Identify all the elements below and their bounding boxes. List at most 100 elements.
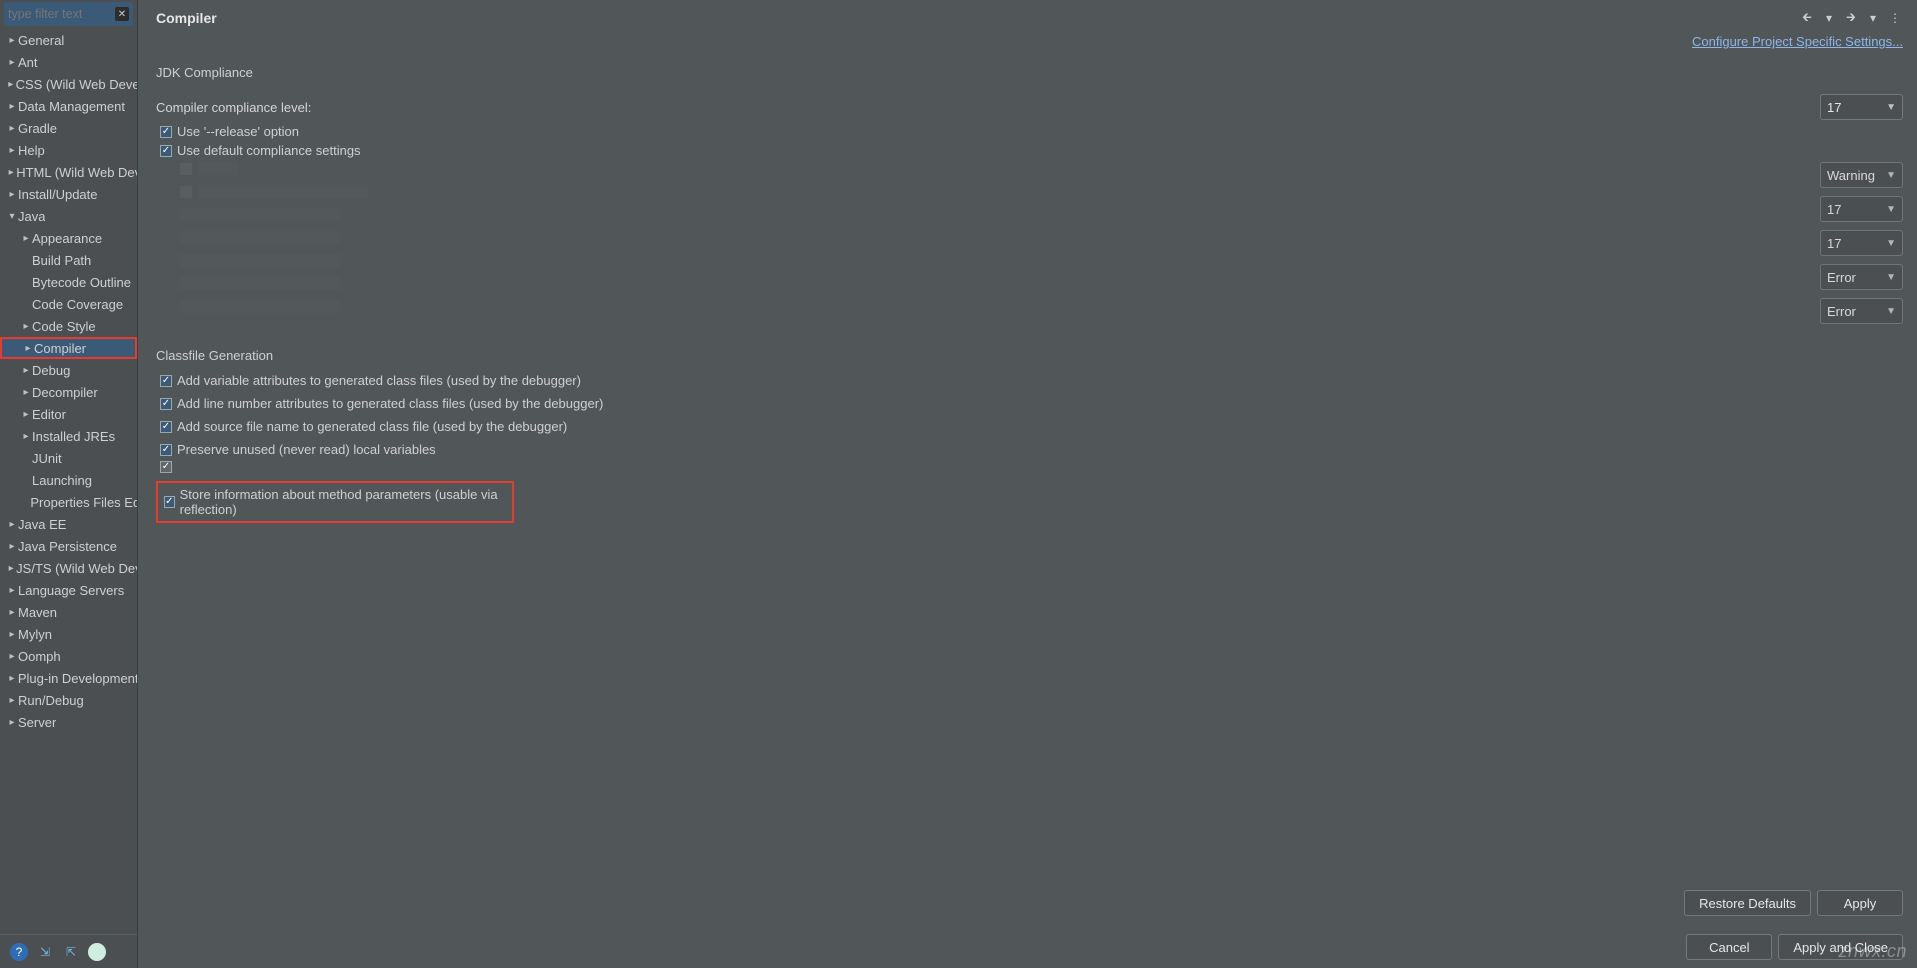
forward-menu-icon[interactable]: ▾ — [1865, 10, 1881, 26]
tree-item-label: Data Management — [18, 99, 125, 114]
expand-icon: ▸ — [6, 541, 18, 552]
nav-controls: 🡰 ▾ 🡲 ▾ ⋮ — [1799, 10, 1903, 26]
tree-item-label: Debug — [32, 363, 70, 378]
tree-item-server[interactable]: ▸Server — [0, 711, 137, 733]
project-settings-link[interactable]: Configure Project Specific Settings... — [1692, 34, 1903, 49]
back-icon[interactable]: 🡰 — [1799, 10, 1815, 26]
tree-item-css-wild-web-developm[interactable]: ▸CSS (Wild Web Developm — [0, 73, 137, 95]
export-icon[interactable]: ⇱ — [62, 943, 80, 961]
restore-defaults-button[interactable]: Restore Defaults — [1684, 890, 1811, 916]
tree-item-oomph[interactable]: ▸Oomph — [0, 645, 137, 667]
filter-box[interactable]: ✕ — [4, 2, 133, 26]
tree-item-properties-files-edito[interactable]: Properties Files Edito — [0, 491, 137, 513]
tree-item-html-wild-web-develo[interactable]: ▸HTML (Wild Web Develo — [0, 161, 137, 183]
tree-item-js-ts-wild-web-develo[interactable]: ▸JS/TS (Wild Web Develo — [0, 557, 137, 579]
tree-item-decompiler[interactable]: ▸Decompiler — [0, 381, 137, 403]
disabled-dropdown-3: Error▼ — [1820, 264, 1903, 290]
import-icon[interactable]: ⇲ — [36, 943, 54, 961]
classfile-check-1[interactable]: ✓Add line number attributes to generated… — [156, 396, 1903, 411]
classfile-check-3[interactable]: ✓Preserve unused (never read) local vari… — [156, 442, 1903, 457]
expand-icon: ▸ — [20, 233, 32, 244]
release-option-check[interactable]: ✓ Use '--release' option — [156, 124, 1903, 139]
classfile-check-0[interactable]: ✓Add variable attributes to generated cl… — [156, 373, 1903, 388]
tree-item-label: Properties Files Edito — [30, 495, 137, 510]
tree-item-appearance[interactable]: ▸Appearance — [0, 227, 137, 249]
dropdown-value: 17 — [1827, 236, 1882, 251]
tree-item-mylyn[interactable]: ▸Mylyn — [0, 623, 137, 645]
apply-close-button[interactable]: Apply and Close — [1778, 934, 1903, 960]
disabled-dropdown-4: Error▼ — [1820, 298, 1903, 324]
clear-filter-icon[interactable]: ✕ — [115, 7, 129, 21]
default-settings-check[interactable]: ✓ Use default compliance settings — [156, 143, 1903, 158]
dropdown-value: 17 — [1827, 100, 1882, 115]
tree-item-label: Help — [18, 143, 45, 158]
check-label: Add source file name to generated class … — [177, 419, 567, 434]
tree-item-general[interactable]: ▸General — [0, 29, 137, 51]
tree-item-launching[interactable]: Launching — [0, 469, 137, 491]
forward-icon[interactable]: 🡲 — [1843, 10, 1859, 26]
tree-item-language-servers[interactable]: ▸Language Servers — [0, 579, 137, 601]
tree-item-java[interactable]: ▾Java — [0, 205, 137, 227]
tree-item-installed-jres[interactable]: ▸Installed JREs — [0, 425, 137, 447]
expand-icon: ▸ — [6, 673, 18, 684]
expand-icon: ▸ — [6, 585, 18, 596]
view-menu-icon[interactable]: ⋮ — [1887, 10, 1903, 26]
tree-item-data-management[interactable]: ▸Data Management — [0, 95, 137, 117]
classfile-section: Classfile Generation ✓Add variable attri… — [156, 348, 1903, 523]
blank-check[interactable]: ✓ — [156, 461, 1903, 473]
expand-icon: ▸ — [6, 563, 16, 574]
tree-item-label: Java — [18, 209, 45, 224]
expand-icon: ▸ — [20, 409, 32, 420]
tree-item-debug[interactable]: ▸Debug — [0, 359, 137, 381]
tree-item-label: Plug-in Development — [18, 671, 137, 686]
classfile-heading: Classfile Generation — [156, 348, 1903, 363]
checkbox-icon: ✓ — [160, 126, 172, 138]
tree-item-build-path[interactable]: Build Path — [0, 249, 137, 271]
tree-item-label: Server — [18, 715, 56, 730]
tree-item-java-ee[interactable]: ▸Java EE — [0, 513, 137, 535]
check-label: Add variable attributes to generated cla… — [177, 373, 581, 388]
checkbox-icon: ✓ — [164, 496, 175, 508]
tree-item-bytecode-outline[interactable]: Bytecode Outline — [0, 271, 137, 293]
disabled-dropdown-0: Warning▼ — [1820, 162, 1903, 188]
preferences-tree[interactable]: ▸General▸Ant▸CSS (Wild Web Developm▸Data… — [0, 29, 137, 934]
tree-item-java-persistence[interactable]: ▸Java Persistence — [0, 535, 137, 557]
classfile-check-2[interactable]: ✓Add source file name to generated class… — [156, 419, 1903, 434]
checkbox-icon: ✓ — [160, 398, 172, 410]
tree-item-help[interactable]: ▸Help — [0, 139, 137, 161]
expand-icon: ▸ — [6, 607, 18, 618]
tree-item-plug-in-development[interactable]: ▸Plug-in Development — [0, 667, 137, 689]
tree-item-label: Ant — [18, 55, 38, 70]
help-icon[interactable]: ? — [10, 943, 28, 961]
tree-item-gradle[interactable]: ▸Gradle — [0, 117, 137, 139]
disabled-compliance-options — [156, 162, 368, 324]
tree-item-editor[interactable]: ▸Editor — [0, 403, 137, 425]
tree-item-ant[interactable]: ▸Ant — [0, 51, 137, 73]
checkbox-icon: ✓ — [160, 145, 172, 157]
check-label: Preserve unused (never read) local varia… — [177, 442, 436, 457]
store-method-params-check[interactable]: ✓ Store information about method paramet… — [164, 487, 506, 517]
apply-button[interactable]: Apply — [1817, 890, 1903, 916]
filter-input[interactable] — [8, 7, 111, 21]
preferences-sidebar: ✕ ▸General▸Ant▸CSS (Wild Web Developm▸Da… — [0, 0, 138, 968]
tree-item-label: Code Style — [32, 319, 96, 334]
tree-item-maven[interactable]: ▸Maven — [0, 601, 137, 623]
tree-item-junit[interactable]: JUnit — [0, 447, 137, 469]
expand-icon: ▸ — [6, 167, 16, 178]
tree-item-code-coverage[interactable]: Code Coverage — [0, 293, 137, 315]
tree-item-label: Editor — [32, 407, 66, 422]
collapse-icon: ▾ — [6, 211, 18, 222]
tree-item-install-update[interactable]: ▸Install/Update — [0, 183, 137, 205]
oomph-icon[interactable] — [88, 943, 106, 961]
tree-item-label: Install/Update — [18, 187, 98, 202]
tree-item-run-debug[interactable]: ▸Run/Debug — [0, 689, 137, 711]
tree-item-compiler[interactable]: ▸Compiler — [0, 337, 137, 359]
back-menu-icon[interactable]: ▾ — [1821, 10, 1837, 26]
compliance-level-dropdown[interactable]: 17 ▼ — [1820, 94, 1903, 120]
cancel-button[interactable]: Cancel — [1686, 934, 1772, 960]
tree-item-label: Bytecode Outline — [32, 275, 131, 290]
tree-item-label: Compiler — [34, 341, 86, 356]
tree-item-code-style[interactable]: ▸Code Style — [0, 315, 137, 337]
expand-icon: ▸ — [6, 717, 18, 728]
footer-button-bar: Cancel Apply and Close — [156, 916, 1903, 960]
